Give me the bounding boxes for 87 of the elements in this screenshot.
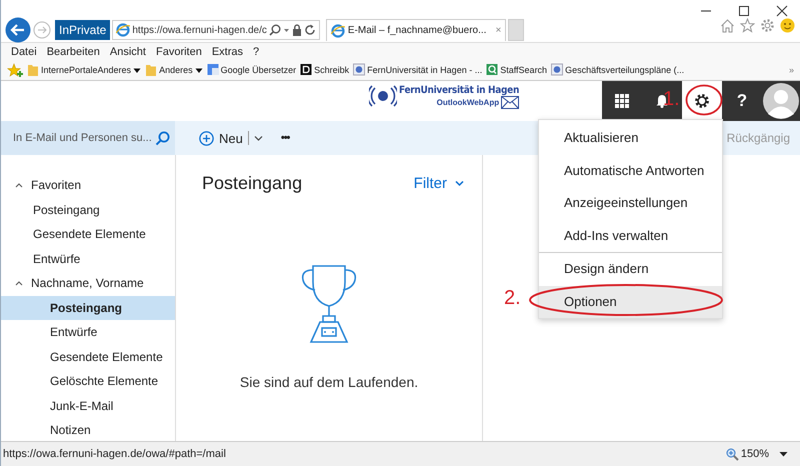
- favorites-link[interactable]: InternePortaleAnderes: [27, 63, 142, 77]
- favorites-link[interactable]: Anderes: [145, 63, 203, 77]
- favorites-link[interactable]: FernUniversität in Hagen - ...: [353, 63, 482, 77]
- filter-button[interactable]: Filter: [414, 175, 464, 192]
- globe-logo-icon: [353, 63, 366, 77]
- annotation-label: 1.: [663, 88, 680, 111]
- globe-logo-icon: [551, 63, 564, 77]
- menu-item[interactable]: Anzeigeeinstellungen: [539, 187, 722, 220]
- avatar-icon: [763, 83, 799, 119]
- status-url: https://owa.fernuni-hagen.de/owa/#path=/mail: [3, 448, 226, 460]
- folder-item[interactable]: Entwürfe: [1, 320, 175, 344]
- folder-group-label: Nachname, Vorname: [31, 276, 144, 290]
- chevron-up-icon: [15, 182, 23, 188]
- letter-tile-icon: [300, 63, 312, 77]
- address-bar[interactable]: https://owa.fernuni-hagen.de/c: [112, 20, 320, 40]
- refresh-icon: [304, 24, 316, 36]
- search-site-icon: [486, 63, 498, 77]
- menu-item[interactable]: Add-Ins verwalten: [539, 220, 722, 252]
- search-icon: [268, 24, 281, 36]
- favorites-link[interactable]: Schreibk: [300, 63, 350, 77]
- annotation-label: 2.: [504, 287, 521, 310]
- folder-group-header[interactable]: Favoriten: [1, 173, 175, 198]
- close-icon[interactable]: [776, 5, 788, 17]
- browser-logo-icon: [330, 24, 345, 38]
- favorites-link[interactable]: StaffSearch: [486, 63, 548, 77]
- folder-group-label: Favoriten: [31, 178, 82, 192]
- favorites-link[interactable]: Geschäftsverteilungspläne (...: [551, 63, 684, 77]
- folder-item[interactable]: Gesendete Elemente: [1, 344, 175, 369]
- smiley-icon[interactable]: [780, 18, 795, 33]
- search-field[interactable]: In E-Mail und Personen su...: [1, 121, 175, 155]
- translate-icon: [206, 63, 219, 77]
- browser-logo-icon: [116, 23, 130, 37]
- menu-item[interactable]: Datei: [11, 46, 37, 58]
- folder-group-header[interactable]: Nachname, Vorname: [1, 271, 175, 296]
- plus-circle-icon: [199, 130, 214, 146]
- folder-item[interactable]: Notizen: [1, 418, 175, 442]
- caret-icon[interactable]: [779, 451, 788, 457]
- browser-tab[interactable]: E-Mail – f_nachname@buero... ×: [326, 19, 506, 41]
- chevron-down-icon: [254, 134, 263, 142]
- star-icon[interactable]: [740, 18, 755, 33]
- lock-icon: [292, 24, 302, 36]
- new-button[interactable]: Neu: [199, 130, 263, 146]
- folder-item[interactable]: Posteingang: [1, 296, 175, 320]
- favorites-link[interactable]: Google Übersetzer: [206, 63, 296, 77]
- zoom-control[interactable]: 150%: [726, 448, 769, 460]
- tab-close-button[interactable]: ×: [495, 25, 502, 36]
- search-icon: [155, 130, 170, 146]
- grid-icon: [615, 94, 629, 108]
- search-input[interactable]: In E-Mail und Personen su...: [13, 132, 153, 144]
- annotation-circle: [685, 84, 723, 116]
- folder-item[interactable]: Gelöschte Elemente: [1, 369, 175, 394]
- folder-item[interactable]: Entwürfe: [1, 246, 175, 271]
- chevron-down-icon: [455, 180, 464, 187]
- menu-item[interactable]: Favoriten: [156, 46, 202, 58]
- logo-name: FernUniversität in Hagen: [399, 85, 520, 96]
- empty-message: Sie sind auf dem Laufenden.: [240, 374, 418, 390]
- folder-title: Posteingang: [202, 173, 302, 194]
- university-logo-icon: [369, 85, 397, 107]
- more-actions-button[interactable]: •••: [280, 132, 290, 144]
- folder-item[interactable]: Junk-E-Mail: [1, 394, 175, 418]
- star-add-icon[interactable]: [7, 62, 23, 78]
- envelope-icon: [501, 96, 520, 109]
- notifications-button[interactable]: [642, 81, 682, 121]
- maximize-icon[interactable]: [738, 5, 750, 17]
- help-button[interactable]: ?: [722, 81, 762, 121]
- zoom-icon: [726, 448, 739, 460]
- menu-item[interactable]: Bearbeiten: [46, 46, 100, 58]
- menu-item[interactable]: Automatische Antworten: [539, 154, 722, 187]
- app-launcher-button[interactable]: [602, 81, 642, 121]
- menu-item[interactable]: Aktualisieren: [539, 122, 722, 154]
- address-text: https://owa.fernuni-hagen.de/c: [132, 24, 267, 36]
- chevron-up-icon: [15, 280, 23, 286]
- menu-item[interactable]: Extras: [212, 46, 244, 58]
- tab-title: E-Mail – f_nachname@buero...: [348, 25, 486, 36]
- new-label: Neu: [219, 130, 243, 146]
- menu-item[interactable]: ?: [253, 46, 260, 58]
- more-favorites-button[interactable]: »: [788, 65, 794, 75]
- inprivate-badge: InPrivate: [55, 20, 110, 40]
- menu-item[interactable]: Ansicht: [110, 46, 146, 58]
- avatar[interactable]: [762, 81, 800, 121]
- back-icon[interactable]: [5, 17, 31, 43]
- logo-subtitle: OutlookWebApp: [436, 98, 500, 107]
- folder-item[interactable]: Posteingang: [1, 198, 175, 222]
- folder-icon: [145, 63, 158, 77]
- gear-icon: [694, 93, 710, 109]
- folder-icon: [27, 63, 39, 77]
- folder-item[interactable]: Gesendete Elemente: [1, 222, 175, 246]
